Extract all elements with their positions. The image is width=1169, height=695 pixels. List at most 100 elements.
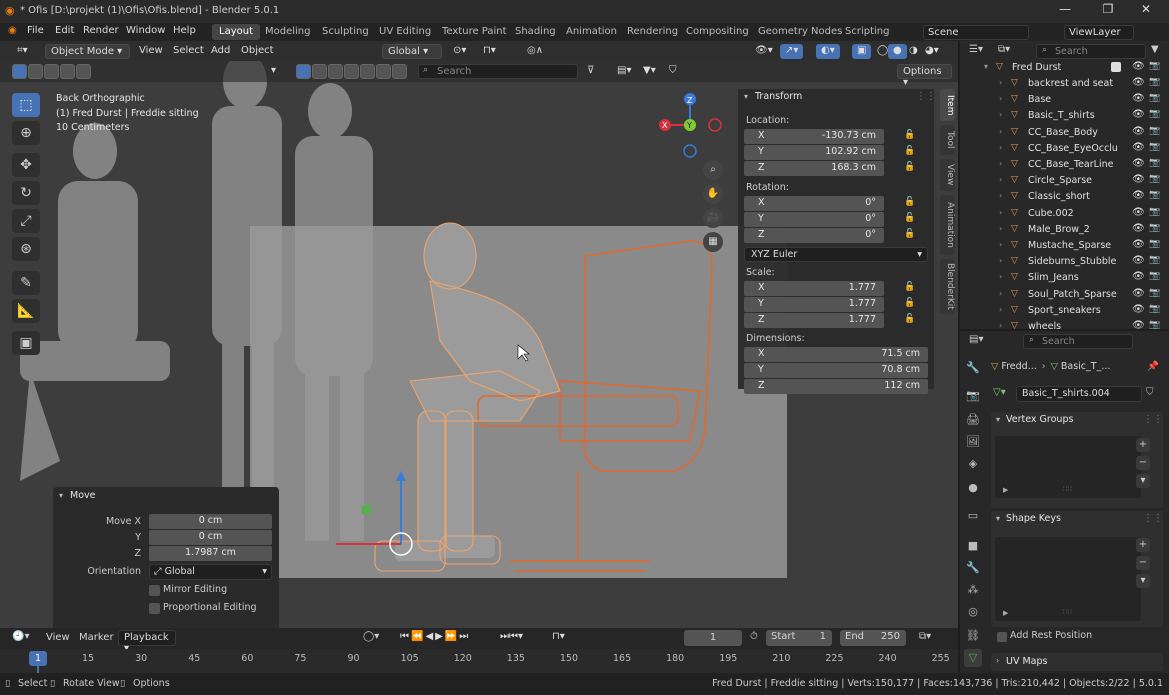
scale-z-field[interactable]: Z 1.777 bbox=[744, 313, 884, 328]
cursor-tool-icon[interactable]: ⊕ bbox=[12, 121, 40, 145]
3d-viewport[interactable]: Z X Y ⌗▾ Object Mode ▾ View Select Add O… bbox=[0, 41, 958, 655]
lock-icon[interactable]: 🔓 bbox=[904, 197, 915, 207]
remove-shape-key-button[interactable]: − bbox=[1136, 556, 1150, 570]
select-intersect-icon[interactable] bbox=[76, 64, 91, 79]
output-properties-tab-icon[interactable]: 🖨 bbox=[964, 411, 982, 429]
filter-curve-icon[interactable] bbox=[312, 64, 327, 79]
vertex-groups-list[interactable]: ▶ ∷∷ bbox=[995, 436, 1141, 498]
menu-view[interactable]: View bbox=[134, 44, 168, 59]
rotation-z-field[interactable]: Z 0° bbox=[744, 228, 884, 243]
menu-render[interactable]: Render bbox=[83, 25, 119, 36]
menu-select[interactable]: Select bbox=[168, 44, 209, 59]
rendered-shading-icon[interactable]: ◕▾ bbox=[920, 44, 944, 59]
object-type-filter-icon[interactable]: ▾ bbox=[266, 64, 281, 79]
uv-maps-header[interactable]: UV Maps bbox=[1006, 656, 1047, 667]
menu-help[interactable]: Help bbox=[173, 25, 196, 36]
dimensions-x-field[interactable]: X 71.5 cm bbox=[744, 347, 928, 362]
render-camera-icon[interactable]: 📷 bbox=[1149, 223, 1160, 233]
drag-handle-icon[interactable]: ⋮⋮ bbox=[1143, 414, 1163, 425]
rotate-tool-icon[interactable]: ↻ bbox=[12, 181, 40, 205]
fake-user-shield-icon[interactable]: ⛉ bbox=[1146, 387, 1154, 398]
exclude-checkbox[interactable] bbox=[1111, 62, 1121, 72]
shape-key-menu-button[interactable]: ▾ bbox=[1136, 574, 1150, 588]
render-camera-icon[interactable]: 📷 bbox=[1149, 207, 1160, 217]
collapse-chevron-icon[interactable]: ▾ bbox=[744, 92, 748, 101]
outliner-item[interactable]: › ▽ Base 👁 📷 bbox=[960, 92, 1169, 108]
vertex-group-menu-button[interactable]: ▾ bbox=[1136, 474, 1150, 488]
breadcrumb-mesh[interactable]: Basic_T_... bbox=[1061, 361, 1111, 372]
eye-icon[interactable]: 👁 bbox=[1132, 142, 1145, 153]
render-camera-icon[interactable]: 📷 bbox=[1149, 77, 1160, 87]
render-camera-icon[interactable]: 📷 bbox=[1149, 109, 1160, 119]
render-camera-icon[interactable]: 📷 bbox=[1149, 239, 1160, 249]
eye-icon[interactable]: 👁 bbox=[1132, 207, 1145, 218]
eye-icon[interactable]: 👁 bbox=[1132, 239, 1145, 250]
scene-properties-tab-icon[interactable]: ◈ bbox=[964, 455, 982, 473]
dimensions-z-field[interactable]: Z 112 cm bbox=[744, 379, 928, 394]
mesh-data-icon[interactable]: ▽▾ bbox=[993, 387, 1006, 398]
outliner-item[interactable]: › ▽ CC_Base_TearLine 👁 📷 bbox=[960, 157, 1169, 173]
shape-keys-list[interactable]: ▶ ∷∷ bbox=[995, 537, 1141, 621]
maximize-button[interactable]: ❐ bbox=[1093, 2, 1123, 20]
expand-chevron-icon[interactable]: › bbox=[999, 256, 1002, 265]
end-frame-field[interactable]: End 250 bbox=[840, 630, 906, 646]
nav-gizmo-neg-z[interactable] bbox=[683, 144, 697, 158]
proportional-editing-checkbox[interactable] bbox=[149, 603, 160, 614]
breadcrumb-object[interactable]: Fredd... bbox=[1001, 361, 1036, 372]
move-gizmo-plane-handle[interactable] bbox=[362, 505, 371, 514]
filter-icon[interactable]: ▼ bbox=[1151, 44, 1159, 55]
sidebar-tab-blenderkit[interactable]: BlenderKit bbox=[940, 259, 955, 314]
eye-icon[interactable]: 👁 bbox=[1132, 255, 1145, 266]
outliner-item[interactable]: › ▽ Basic_T_shirts 👁 📷 bbox=[960, 108, 1169, 124]
sidebar-tab-item[interactable]: Item bbox=[940, 89, 955, 121]
properties-search-input[interactable]: Search bbox=[1023, 334, 1133, 349]
menu-window[interactable]: Window bbox=[126, 25, 165, 36]
expand-chevron-icon[interactable]: › bbox=[999, 191, 1002, 200]
filter-dropdown-icon[interactable]: ⊽ bbox=[582, 64, 599, 79]
location-z-field[interactable]: Z 168.3 cm bbox=[744, 161, 884, 176]
eye-icon[interactable]: 👁 bbox=[1132, 61, 1145, 72]
outliner-search-input[interactable]: Search bbox=[1036, 44, 1146, 59]
select-invert-icon[interactable] bbox=[60, 64, 75, 79]
outliner-item[interactable]: › ▽ CC_Base_EyeOcclu 👁 📷 bbox=[960, 141, 1169, 157]
tab-layout[interactable]: Layout bbox=[212, 24, 260, 40]
add-vertex-group-button[interactable]: + bbox=[1136, 438, 1150, 452]
eye-icon[interactable]: 👁 bbox=[1132, 320, 1145, 331]
zoom-icon[interactable]: ⌕ bbox=[703, 160, 723, 180]
add-rest-position-checkbox[interactable] bbox=[997, 632, 1007, 642]
eye-icon[interactable]: 👁 bbox=[1132, 158, 1145, 169]
pin-icon[interactable]: 📌 bbox=[1147, 361, 1159, 372]
eye-icon[interactable]: 👁 bbox=[1132, 126, 1145, 137]
eye-icon[interactable]: 👁 bbox=[1132, 77, 1145, 88]
outliner-root-item[interactable]: ▾ ▽ Fred Durst 👁 📷 bbox=[960, 60, 1169, 76]
nav-gizmo-neg-x[interactable] bbox=[708, 118, 722, 132]
display-mode-icon[interactable]: ⧉▾ bbox=[998, 44, 1010, 55]
collapse-chevron-icon[interactable]: ▾ bbox=[996, 415, 1000, 424]
options-dropdown[interactable]: Options ▾ bbox=[897, 64, 952, 88]
filter-text-icon[interactable] bbox=[360, 64, 375, 79]
shape-keys-header[interactable]: Shape Keys bbox=[1006, 513, 1061, 524]
outliner-item[interactable]: › ▽ Circle_Sparse 👁 📷 bbox=[960, 173, 1169, 189]
object-properties-tab-icon[interactable]: ■ bbox=[964, 537, 982, 555]
expand-arrow-icon[interactable]: ▶ bbox=[1003, 609, 1008, 617]
outliner-item[interactable]: › ▽ Soul_Patch_Sparse 👁 📷 bbox=[960, 287, 1169, 303]
rotation-x-field[interactable]: X 0° bbox=[744, 196, 884, 211]
overlay-toggle-icon[interactable]: ◐▾ bbox=[816, 44, 840, 59]
tab-animation[interactable]: Animation bbox=[559, 24, 624, 40]
particles-properties-tab-icon[interactable]: ⁂ bbox=[964, 581, 982, 599]
filter-armature-icon[interactable] bbox=[376, 64, 391, 79]
drag-handle-icon[interactable]: ⋮⋮ bbox=[1143, 513, 1163, 524]
timeline-menu-playback[interactable]: Playback ▾ bbox=[118, 630, 176, 654]
dimensions-y-field[interactable]: Y 70.8 cm bbox=[744, 363, 928, 378]
jump-keyframe-icon[interactable]: ⏭⏮▾ bbox=[500, 631, 523, 642]
annotate-tool-icon[interactable]: ✎ bbox=[12, 271, 40, 295]
expand-chevron-icon[interactable]: › bbox=[999, 159, 1002, 168]
expand-chevron-icon[interactable]: › bbox=[999, 78, 1002, 87]
expand-chevron-icon[interactable]: › bbox=[999, 305, 1002, 314]
transform-tool-icon[interactable]: ⊛ bbox=[12, 237, 40, 261]
render-camera-icon[interactable]: 📷 bbox=[1149, 304, 1160, 314]
expand-chevron-icon[interactable]: › bbox=[999, 240, 1002, 249]
location-y-field[interactable]: Y 102.92 cm bbox=[744, 145, 884, 160]
measure-tool-icon[interactable]: 📐 bbox=[12, 299, 40, 323]
timeline-menu-view[interactable]: View bbox=[46, 632, 70, 643]
